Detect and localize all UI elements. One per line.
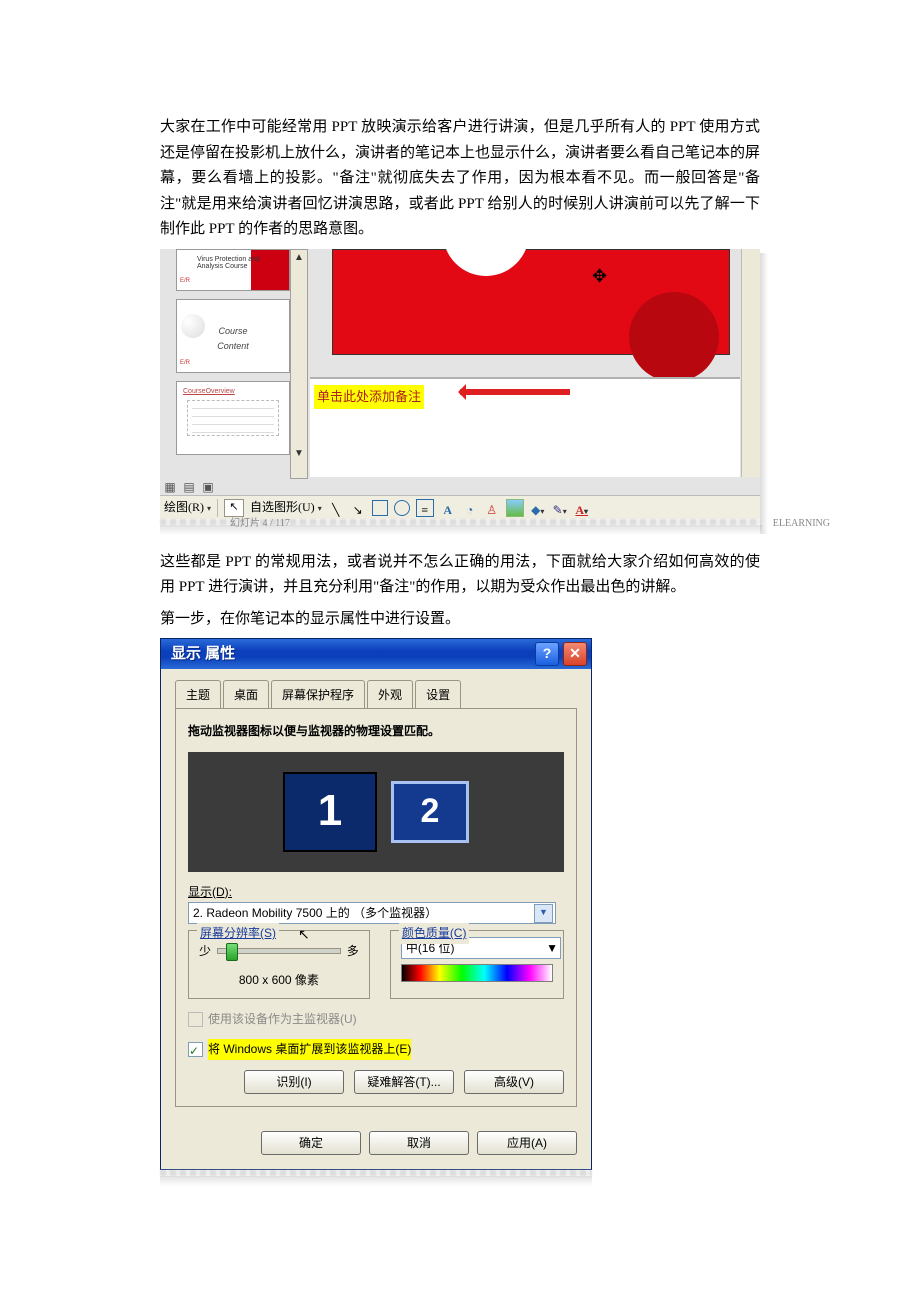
slide-edit-area[interactable]: ✥ [310, 249, 740, 377]
main-scrollbar[interactable] [741, 249, 760, 477]
display-label: 显示(D): [188, 885, 232, 899]
statusbar-slide-count: 幻灯片 4 / 117 [230, 515, 290, 532]
thumb1-logo: E/R [180, 276, 190, 286]
resolution-value: 800 x 600 像素 [199, 970, 359, 990]
thumb2-logo: E/R [180, 358, 190, 368]
tab-appearance[interactable]: 外观 [367, 680, 413, 709]
resolution-slider[interactable] [217, 948, 341, 954]
color-gradient-preview [401, 964, 553, 982]
font-color-icon[interactable]: A▾ [574, 500, 590, 516]
display-dropdown[interactable]: 2. Radeon Mobility 7500 上的 （多个监视器） ▼ [188, 902, 556, 924]
fill-color-icon[interactable]: ◆▾ [530, 500, 546, 516]
res-more-label: 多 [347, 941, 359, 961]
thumbnail-scrollbar[interactable]: ▲ ▼ [290, 249, 308, 479]
thumb3-header: CourseOverview [183, 386, 235, 398]
notes-placeholder: 单击此处添加备注 [314, 385, 424, 409]
thumb2-title1: Course [218, 326, 247, 336]
primary-monitor-label: 使用该设备作为主监视器(U) [208, 1009, 357, 1029]
help-button[interactable]: ? [535, 642, 559, 666]
diagram-tool-icon[interactable]: ◔ [462, 500, 478, 516]
troubleshoot-button[interactable]: 疑难解答(T)... [354, 1070, 454, 1094]
close-button[interactable]: ✕ [563, 642, 587, 666]
slide-thumbnail-1[interactable]: Virus Protection and Analysis Course E/R [176, 249, 290, 291]
ok-button[interactable]: 确定 [261, 1131, 361, 1155]
cancel-button[interactable]: 取消 [369, 1131, 469, 1155]
oval-tool-icon[interactable] [394, 500, 410, 516]
statusbar-template: ELEARNING [773, 515, 830, 532]
thumb1-line1: Virus Protection and [197, 256, 260, 263]
color-quality-group: 颜色质量(C) 中(16 位) ▼ [390, 930, 564, 999]
annotation-arrow-icon [460, 389, 570, 395]
instruction-text: 拖动监视器图标以便与监视器的物理设置匹配。 [188, 721, 564, 741]
view-buttons[interactable]: ▦ ▤ ▣ [162, 477, 222, 495]
dropdown-arrow-icon[interactable]: ▼ [546, 938, 558, 958]
move-cursor-icon: ✥ [592, 261, 607, 292]
res-less-label: 少 [199, 941, 211, 961]
display-properties-screenshot: 显示 属性 ? ✕ 主题 桌面 屏幕保护程序 外观 设置 拖动监视器图标以便与监… [160, 638, 760, 1186]
primary-monitor-checkbox [188, 1012, 203, 1027]
dialog-titlebar[interactable]: 显示 属性 ? ✕ [161, 639, 591, 669]
tab-settings[interactable]: 设置 [415, 680, 461, 710]
line-color-icon[interactable]: ✎▾ [552, 500, 568, 516]
paragraph-3: 第一步，在你笔记本的显示属性中进行设置。 [160, 607, 760, 633]
line-tool-icon[interactable]: ╲ [328, 500, 344, 516]
wordart-tool-icon[interactable]: A [440, 500, 456, 516]
thumb1-line2: Analysis Course [197, 263, 248, 270]
dropdown-arrow-icon[interactable]: ▼ [534, 904, 553, 923]
color-legend: 颜色质量(C) [399, 923, 470, 943]
apply-button[interactable]: 应用(A) [477, 1131, 577, 1155]
advanced-button[interactable]: 高级(V) [464, 1070, 564, 1094]
notes-pane[interactable]: 单击此处添加备注 [310, 377, 740, 477]
tab-desktop[interactable]: 桌面 [223, 680, 269, 709]
display-value: 2. Radeon Mobility 7500 上的 （多个监视器） [193, 903, 437, 923]
extend-desktop-label: 将 Windows 桌面扩展到该监视器上(E) [208, 1039, 411, 1059]
monitor-1-icon[interactable]: 1 [283, 772, 377, 852]
monitor-2-icon[interactable]: 2 [391, 781, 469, 843]
paragraph-1: 大家在工作中可能经常用 PPT 放映演示给客户进行讲演，但是几乎所有人的 PPT… [160, 115, 760, 243]
monitor-arrangement-area[interactable]: 1 2 [188, 752, 564, 872]
thumb2-title2: Content [217, 341, 249, 351]
slide-thumbnail-panel: Virus Protection and Analysis Course E/R… [162, 249, 308, 479]
tab-strip: 主题 桌面 屏幕保护程序 外观 设置 [175, 679, 577, 709]
clipart-tool-icon[interactable]: ♙ [484, 500, 500, 516]
arrow-tool-icon[interactable]: ↘ [350, 500, 366, 516]
slide-thumbnail-2[interactable]: Course Content E/R [176, 299, 290, 373]
paragraph-2: 这些都是 PPT 的常规用法，或者说并不怎么正确的用法，下面就给大家介绍如何高效… [160, 550, 760, 601]
resolution-group: 屏幕分辨率(S) 少 多 800 x 600 像素 [188, 930, 370, 999]
slide-thumbnail-3[interactable]: CourseOverview [176, 381, 290, 455]
dialog-title: 显示 属性 [171, 641, 531, 667]
resolution-legend: 屏幕分辨率(S) [197, 923, 279, 943]
extend-desktop-checkbox[interactable] [188, 1042, 203, 1057]
identify-button[interactable]: 识别(I) [244, 1070, 344, 1094]
tab-theme[interactable]: 主题 [175, 680, 221, 709]
rectangle-tool-icon[interactable] [372, 500, 388, 516]
ppt-screenshot: Virus Protection and Analysis Course E/R… [160, 249, 760, 532]
tab-screensaver[interactable]: 屏幕保护程序 [271, 680, 365, 709]
